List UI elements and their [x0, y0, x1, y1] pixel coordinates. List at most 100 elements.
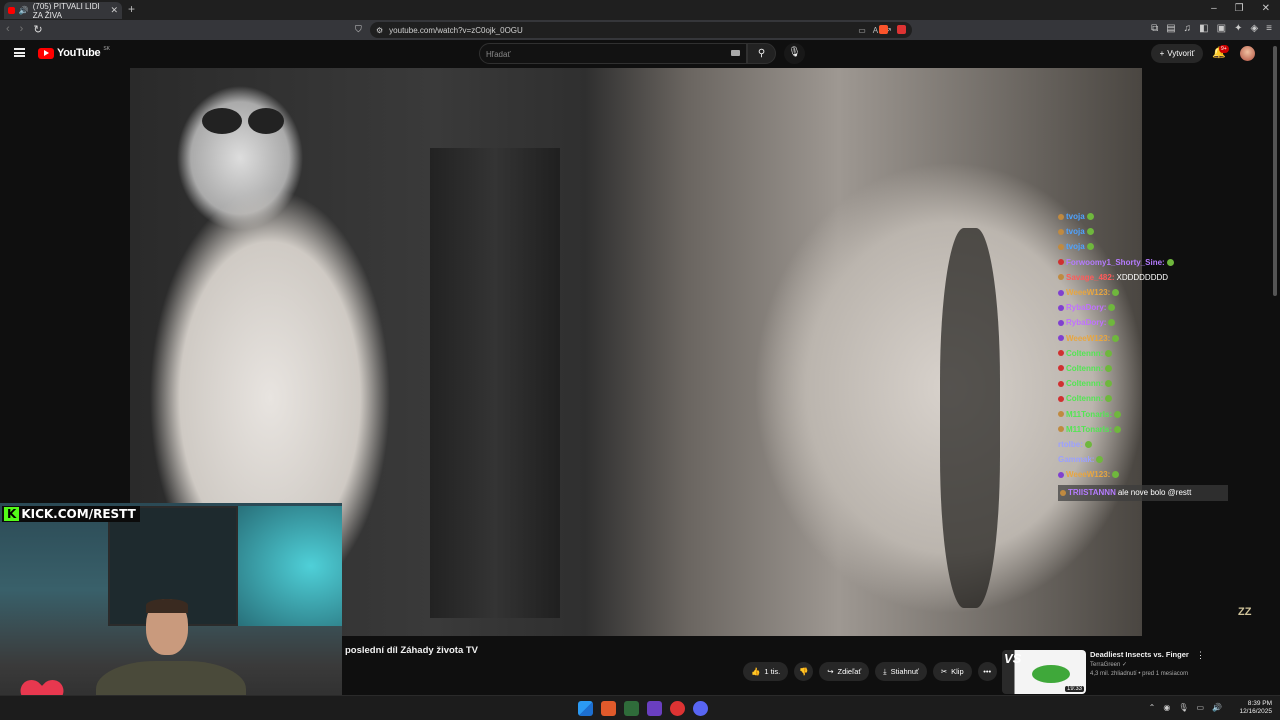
panel-icon[interactable]: ◧: [1199, 23, 1208, 34]
chat-message: TRIISTANNN ale nove bolo @restt: [1058, 485, 1228, 501]
chat-emote-icon: [1105, 364, 1113, 372]
chat-username: tvoja: [1066, 227, 1085, 237]
clip-button[interactable]: ✂ Klip: [932, 662, 972, 681]
bookmark-icon[interactable]: ⛉: [355, 24, 362, 35]
forward-icon[interactable]: ›: [20, 23, 24, 36]
chat-badge-icon: [1058, 274, 1064, 281]
chat-text: ale nove bolo @restt: [1117, 488, 1192, 498]
chat-message: Coltennn:: [1058, 346, 1228, 361]
chat-emote-icon: [1105, 349, 1113, 357]
chat-username: Coltennn:: [1066, 363, 1104, 373]
logo-text: YouTube: [57, 47, 101, 59]
excel-icon[interactable]: [624, 701, 639, 716]
window-close-icon[interactable]: ✕: [1262, 3, 1270, 14]
page-scrollbar[interactable]: [1270, 40, 1280, 695]
minimize-icon[interactable]: –: [1211, 3, 1217, 14]
sidebar-icon[interactable]: ▤: [1166, 23, 1175, 34]
chat-username: tvoja: [1066, 242, 1085, 252]
chat-username: rtolbe:: [1058, 439, 1083, 449]
scrollbar-thumb[interactable]: [1273, 46, 1277, 296]
recommended-channel[interactable]: TerraGreen ✓: [1090, 661, 1127, 668]
share-button[interactable]: ↪ Zdieľať: [819, 662, 870, 681]
translate-icon[interactable]: A: [873, 26, 878, 35]
chat-message: WeeeW123:: [1058, 331, 1228, 346]
recommended-title[interactable]: Deadliest Insects vs. Finger: [1090, 650, 1189, 659]
brave-browser-icon[interactable]: [601, 701, 616, 716]
video-frame-detail: [248, 108, 284, 134]
chat-badge-icon: [1058, 228, 1064, 235]
vpn-icon[interactable]: ◈: [1250, 23, 1258, 34]
country-code: SK: [103, 46, 110, 52]
dislike-button[interactable]: 👎: [794, 662, 814, 681]
taskbar-clock[interactable]: 8:39 PM 12/16/2025: [1239, 700, 1272, 716]
tray-app-icon[interactable]: ◉: [1163, 703, 1170, 712]
tray-mic-icon[interactable]: 🎙: [1178, 703, 1188, 712]
voice-search-button[interactable]: 🎙: [784, 43, 805, 64]
thumbs-up-icon: 👍: [751, 667, 761, 676]
chat-emote-icon: [1084, 440, 1092, 448]
search-input[interactable]: Hľadať: [479, 43, 747, 64]
music-icon[interactable]: ♫: [1184, 23, 1192, 34]
download-button[interactable]: ⤓ Stiahnuť: [875, 662, 927, 681]
browser-tab[interactable]: 🔊 (705) PITVALI LIDI ZA ŽIVA ✕: [4, 1, 122, 20]
chat-message: Coltennn:: [1058, 376, 1228, 391]
chat-emote-icon: [1112, 471, 1120, 479]
restore-icon[interactable]: ❐: [1235, 3, 1244, 14]
chat-username: tvoja: [1066, 212, 1085, 222]
like-button[interactable]: 👍 1 tis.: [743, 662, 789, 681]
tray-chevron-icon[interactable]: ⌃: [1149, 703, 1156, 712]
wallet-icon[interactable]: ▣: [1217, 23, 1226, 34]
account-avatar[interactable]: [1240, 46, 1255, 61]
rewards-icon[interactable]: [897, 25, 906, 34]
notification-badge: 9+: [1219, 45, 1229, 53]
search-button[interactable]: ⚲: [747, 43, 776, 64]
youtube-logo[interactable]: YouTube SK: [38, 46, 110, 59]
verified-icon: ✓: [1122, 662, 1128, 668]
new-tab-button[interactable]: +: [128, 2, 135, 16]
back-icon[interactable]: ‹: [6, 23, 10, 36]
more-horizontal-icon: •••: [983, 667, 992, 676]
chat-emote-icon: [1105, 380, 1113, 388]
speaker-icon: 🔊: [18, 6, 29, 15]
chat-username: WeeeW123:: [1066, 288, 1111, 298]
microphone-icon: 🎙: [788, 47, 801, 58]
site-info-icon[interactable]: ⚙: [376, 26, 383, 35]
chat-badge-icon: [1058, 350, 1064, 357]
download-icon: ⤓: [883, 666, 887, 676]
recommended-thumbnail[interactable]: VS 19:33: [1002, 650, 1086, 694]
tray-volume-icon[interactable]: 🔊: [1212, 703, 1222, 712]
chat-emote-icon: [1086, 213, 1094, 221]
chat-username: Coltennn:: [1066, 348, 1104, 358]
extension-icon[interactable]: ⧉: [1151, 23, 1158, 34]
more-actions-button[interactable]: •••: [977, 662, 997, 681]
cast-icon[interactable]: ▭: [858, 26, 866, 35]
search-icon: ⚲: [757, 48, 766, 59]
discord-icon[interactable]: [693, 701, 708, 716]
reload-icon[interactable]: ↻: [33, 23, 42, 36]
beetle-image: [1032, 665, 1070, 683]
tray-monitor-icon[interactable]: ▭: [1196, 703, 1204, 712]
chat-badge-icon: [1058, 426, 1064, 433]
plus-icon: +: [1159, 49, 1165, 58]
browser-menu-icon[interactable]: ≡: [1266, 23, 1272, 34]
kick-banner-text: KICK.COM/RESTT: [21, 507, 136, 521]
url-text: youtube.com/watch?v=zC0ojk_0OGU: [389, 25, 523, 35]
chat-message: Coltennn:: [1058, 391, 1228, 406]
close-tab-icon[interactable]: ✕: [110, 5, 118, 16]
more-vertical-icon[interactable]: ⋮: [1196, 650, 1205, 661]
video-frame-detail: [940, 228, 1000, 608]
twitch-icon[interactable]: [647, 701, 662, 716]
hamburger-menu-icon[interactable]: [14, 48, 25, 57]
chat-badge-icon: [1058, 365, 1064, 372]
recommended-video[interactable]: VS 19:33 Deadliest Insects vs. Finger Te…: [1002, 650, 1212, 694]
puzzle-icon[interactable]: ✦: [1234, 23, 1242, 34]
create-button[interactable]: + Vytvoriť: [1151, 44, 1203, 63]
windows-start-icon[interactable]: [578, 701, 593, 716]
chat-username: Coltennn:: [1066, 379, 1104, 389]
app-icon[interactable]: [670, 701, 685, 716]
tab-title: (705) PITVALI LIDI ZA ŽIVA: [32, 1, 100, 20]
keyboard-icon[interactable]: [731, 50, 740, 56]
clock-date: 12/16/2025: [1239, 708, 1272, 715]
brave-shield-icon[interactable]: [879, 25, 888, 34]
address-bar[interactable]: ⚙ youtube.com/watch?v=zC0ojk_0OGU ▭ A ↗ …: [370, 22, 912, 38]
